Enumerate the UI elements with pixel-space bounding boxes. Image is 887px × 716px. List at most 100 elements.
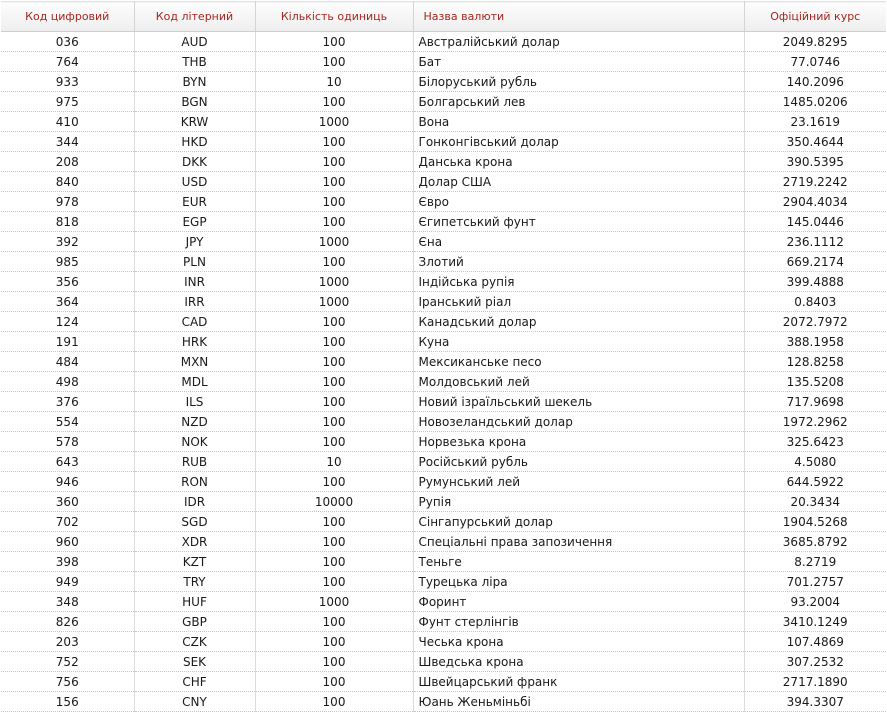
official-rate-cell: 325.6423 bbox=[744, 431, 886, 452]
unit-count-cell: 100 bbox=[255, 651, 414, 672]
table-row: 356 INR 1000 Індійська рупія 399.4888 bbox=[1, 271, 886, 292]
numeric-code-cell: 344 bbox=[1, 131, 135, 152]
letter-code-cell: EGP bbox=[134, 211, 256, 232]
letter-code-cell: MXN bbox=[134, 351, 256, 372]
header-official-rate[interactable]: Офіційний курс bbox=[744, 1, 886, 32]
table-row: 410 KRW 1000 Вона 23.1619 bbox=[1, 111, 886, 132]
numeric-code-cell: 484 bbox=[1, 351, 135, 372]
table-row: 348 HUF 1000 Форинт 93.2004 bbox=[1, 591, 886, 612]
currency-name-cell: Вона bbox=[413, 111, 745, 132]
letter-code-cell: SGD bbox=[134, 511, 256, 532]
official-rate-cell: 307.2532 bbox=[744, 651, 886, 672]
table-row: 554 NZD 100 Новозеландський долар 1972.2962 bbox=[1, 411, 886, 432]
official-rate-cell: 140.2096 bbox=[744, 71, 886, 92]
table-row: 818 EGP 100 Єгипетський фунт 145.0446 bbox=[1, 211, 886, 232]
letter-code-cell: THB bbox=[134, 51, 256, 72]
table-row: 978 EUR 100 Євро 2904.4034 bbox=[1, 191, 886, 212]
unit-count-cell: 1000 bbox=[255, 591, 414, 612]
letter-code-cell: KRW bbox=[134, 111, 256, 132]
currency-name-cell: Норвезька крона bbox=[413, 431, 745, 452]
official-rate-cell: 3410.1249 bbox=[744, 611, 886, 632]
currency-name-cell: Канадський долар bbox=[413, 311, 745, 332]
letter-code-cell: JPY bbox=[134, 231, 256, 252]
unit-count-cell: 100 bbox=[255, 171, 414, 192]
numeric-code-cell: 348 bbox=[1, 591, 135, 612]
currency-name-cell: Злотий bbox=[413, 251, 745, 272]
header-letter-code[interactable]: Код літерний bbox=[134, 1, 256, 32]
unit-count-cell: 100 bbox=[255, 411, 414, 432]
header-numeric-code[interactable]: Код цифровий bbox=[1, 1, 135, 32]
currency-name-cell: Молдовський лей bbox=[413, 371, 745, 392]
unit-count-cell: 1000 bbox=[255, 291, 414, 312]
table-row: 360 IDR 10000 Рупія 20.3434 bbox=[1, 491, 886, 512]
table-row: 826 GBP 100 Фунт стерлінгів 3410.1249 bbox=[1, 611, 886, 632]
numeric-code-cell: 124 bbox=[1, 311, 135, 332]
table-row: 764 THB 100 Бат 77.0746 bbox=[1, 51, 886, 72]
table-row: 484 MXN 100 Мексиканське песо 128.8258 bbox=[1, 351, 886, 372]
currency-name-cell: Болгарський лев bbox=[413, 91, 745, 112]
letter-code-cell: AUD bbox=[134, 31, 256, 52]
letter-code-cell: RUB bbox=[134, 451, 256, 472]
table-row: 392 JPY 1000 Єна 236.1112 bbox=[1, 231, 886, 252]
currency-name-cell: Чеська крона bbox=[413, 631, 745, 652]
unit-count-cell: 100 bbox=[255, 511, 414, 532]
letter-code-cell: TRY bbox=[134, 571, 256, 592]
table-row: 985 PLN 100 Злотий 669.2174 bbox=[1, 251, 886, 272]
unit-count-cell: 100 bbox=[255, 311, 414, 332]
table-row: 376 ILS 100 Новий ізраїльський шекель 717.96… bbox=[1, 391, 886, 412]
official-rate-cell: 701.2757 bbox=[744, 571, 886, 592]
official-rate-cell: 8.2719 bbox=[744, 551, 886, 572]
numeric-code-cell: 398 bbox=[1, 551, 135, 572]
official-rate-cell: 2719.2242 bbox=[744, 171, 886, 192]
table-row: 124 CAD 100 Канадський долар 2072.7972 bbox=[1, 311, 886, 332]
official-rate-cell: 350.4644 bbox=[744, 131, 886, 152]
numeric-code-cell: 356 bbox=[1, 271, 135, 292]
table-row: 752 SEK 100 Шведська крона 307.2532 bbox=[1, 651, 886, 672]
unit-count-cell: 100 bbox=[255, 331, 414, 352]
unit-count-cell: 1000 bbox=[255, 271, 414, 292]
letter-code-cell: SEK bbox=[134, 651, 256, 672]
unit-count-cell: 100 bbox=[255, 611, 414, 632]
unit-count-cell: 100 bbox=[255, 531, 414, 552]
official-rate-cell: 0.8403 bbox=[744, 291, 886, 312]
table-row: 208 DKK 100 Данська крона 390.5395 bbox=[1, 151, 886, 172]
currency-name-cell: Швейцарський франк bbox=[413, 671, 745, 692]
unit-count-cell: 100 bbox=[255, 151, 414, 172]
letter-code-cell: CZK bbox=[134, 631, 256, 652]
currency-name-cell: Форинт bbox=[413, 591, 745, 612]
official-rate-cell: 390.5395 bbox=[744, 151, 886, 172]
currency-name-cell: Румунський лей bbox=[413, 471, 745, 492]
numeric-code-cell: 376 bbox=[1, 391, 135, 412]
official-rate-cell: 135.5208 bbox=[744, 371, 886, 392]
currency-name-cell: Данська крона bbox=[413, 151, 745, 172]
official-rate-cell: 717.9698 bbox=[744, 391, 886, 412]
currency-name-cell: Бат bbox=[413, 51, 745, 72]
header-currency-name[interactable]: Назва валюти bbox=[413, 1, 745, 32]
letter-code-cell: INR bbox=[134, 271, 256, 292]
unit-count-cell: 100 bbox=[255, 391, 414, 412]
numeric-code-cell: 752 bbox=[1, 651, 135, 672]
unit-count-cell: 100 bbox=[255, 371, 414, 392]
table-row: 643 RUB 10 Російський рубль 4.5080 bbox=[1, 451, 886, 472]
table-row: 191 HRK 100 Куна 388.1958 bbox=[1, 331, 886, 352]
numeric-code-cell: 578 bbox=[1, 431, 135, 452]
numeric-code-cell: 498 bbox=[1, 371, 135, 392]
official-rate-cell: 2904.4034 bbox=[744, 191, 886, 212]
numeric-code-cell: 978 bbox=[1, 191, 135, 212]
table-row: 398 KZT 100 Теньге 8.2719 bbox=[1, 551, 886, 572]
numeric-code-cell: 702 bbox=[1, 511, 135, 532]
currency-name-cell: Новий ізраїльський шекель bbox=[413, 391, 745, 412]
header-unit-count[interactable]: Кількість одиниць bbox=[255, 1, 414, 32]
currency-name-cell: Спеціальні права запозичення bbox=[413, 531, 745, 552]
table-row: 036 AUD 100 Австралійський долар 2049.8295 bbox=[1, 31, 886, 52]
unit-count-cell: 100 bbox=[255, 631, 414, 652]
numeric-code-cell: 840 bbox=[1, 171, 135, 192]
unit-count-cell: 10000 bbox=[255, 491, 414, 512]
unit-count-cell: 10 bbox=[255, 71, 414, 92]
currency-name-cell: Сінгапурський долар bbox=[413, 511, 745, 532]
numeric-code-cell: 203 bbox=[1, 631, 135, 652]
official-rate-cell: 77.0746 bbox=[744, 51, 886, 72]
table-row: 840 USD 100 Долар США 2719.2242 bbox=[1, 171, 886, 192]
currency-name-cell: Єгипетський фунт bbox=[413, 211, 745, 232]
numeric-code-cell: 764 bbox=[1, 51, 135, 72]
